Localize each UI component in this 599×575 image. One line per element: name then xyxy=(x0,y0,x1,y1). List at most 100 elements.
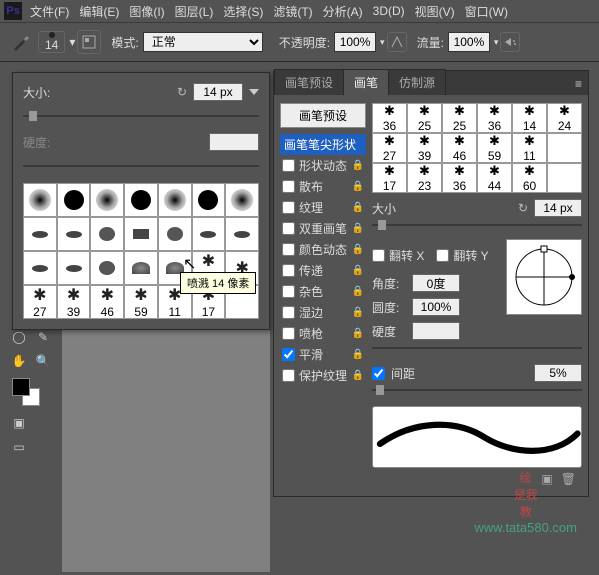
menu-filter[interactable]: 滤镜(T) xyxy=(273,3,312,20)
option-checkbox[interactable] xyxy=(282,243,295,256)
airbrush-toggle[interactable] xyxy=(500,32,520,52)
brush-preset-cell[interactable] xyxy=(124,217,158,251)
menu-3d[interactable]: 3D(D) xyxy=(373,4,405,18)
brush-tip-cell[interactable]: ✱23 xyxy=(407,163,442,193)
zoom-tool-icon[interactable]: 🔍 xyxy=(32,350,54,372)
brush-preset-cell[interactable] xyxy=(90,217,124,251)
brush-preset-cell[interactable] xyxy=(158,217,192,251)
brush-tip-cell[interactable]: ✱17 xyxy=(372,163,407,193)
brush-preset-cell[interactable] xyxy=(225,183,259,217)
tab-brush-presets[interactable]: 画笔预设 xyxy=(274,69,344,95)
brush-option-item[interactable]: 平滑🔒 xyxy=(280,344,366,365)
brush-picker-chevron-icon[interactable]: ▾ xyxy=(69,35,77,49)
brush-preset-picker[interactable]: 14 xyxy=(38,31,65,53)
panel-size-slider[interactable] xyxy=(372,219,582,231)
flow-input[interactable] xyxy=(448,32,490,52)
popup-menu-chevron-icon[interactable] xyxy=(249,89,259,95)
brush-preset-cell[interactable] xyxy=(158,183,192,217)
brush-preset-cell[interactable] xyxy=(124,251,158,285)
tab-brush[interactable]: 画笔 xyxy=(343,69,389,95)
spacing-checkbox[interactable] xyxy=(372,367,385,380)
option-checkbox[interactable] xyxy=(282,201,295,214)
flip-y-checkbox[interactable]: 翻转 Y xyxy=(436,247,488,264)
brush-tip-cell[interactable]: ✱39 xyxy=(407,133,442,163)
brush-preset-cell[interactable] xyxy=(57,183,91,217)
brush-option-item[interactable]: 保护纹理🔒 xyxy=(280,365,366,386)
brush-preset-cell[interactable]: ✱27 xyxy=(23,285,57,319)
brush-option-item[interactable]: 喷枪🔒 xyxy=(280,323,366,344)
menu-analysis[interactable]: 分析(A) xyxy=(323,3,363,20)
brush-tip-cell[interactable]: ✱27 xyxy=(372,133,407,163)
brush-presets-button[interactable]: 画笔预设 xyxy=(280,103,366,128)
brush-preset-cell[interactable] xyxy=(90,183,124,217)
reset-size-icon[interactable]: ↻ xyxy=(518,201,528,215)
tab-clone-source[interactable]: 仿制源 xyxy=(388,69,446,95)
color-swatches[interactable] xyxy=(8,378,54,408)
brush-preset-cell[interactable]: ✱59 xyxy=(124,285,158,319)
brush-option-item[interactable]: 形状动态🔒 xyxy=(280,155,366,176)
popup-size-slider[interactable] xyxy=(23,109,259,123)
brush-preset-cell[interactable] xyxy=(23,217,57,251)
menu-window[interactable]: 窗口(W) xyxy=(465,3,508,20)
screenmode-toggle[interactable]: ▭ xyxy=(8,436,30,458)
brush-tip-cell[interactable]: ✱25 xyxy=(407,103,442,133)
toggle-brush-panel-button[interactable] xyxy=(77,30,101,54)
brush-option-item[interactable]: 传递🔒 xyxy=(280,260,366,281)
brush-preset-cell[interactable] xyxy=(225,217,259,251)
spacing-input[interactable] xyxy=(534,364,582,382)
option-checkbox[interactable] xyxy=(282,159,295,172)
panel-menu-icon[interactable]: ≡ xyxy=(569,73,588,95)
option-checkbox[interactable] xyxy=(282,306,295,319)
foreground-color-swatch[interactable] xyxy=(12,378,30,396)
popup-size-input[interactable] xyxy=(193,83,243,101)
menu-select[interactable]: 选择(S) xyxy=(223,3,263,20)
brush-preset-cell[interactable] xyxy=(192,183,226,217)
brush-preset-cell[interactable]: ✱46 xyxy=(90,285,124,319)
document-canvas[interactable] xyxy=(62,314,270,572)
tablet-opacity-toggle[interactable] xyxy=(387,32,407,52)
brush-preset-cell[interactable] xyxy=(124,183,158,217)
brush-option-item[interactable]: 杂色🔒 xyxy=(280,281,366,302)
brush-option-item[interactable]: 湿边🔒 xyxy=(280,302,366,323)
brush-tip-cell[interactable]: ✱24 xyxy=(547,103,582,133)
brush-option-item[interactable]: 双重画笔🔒 xyxy=(280,218,366,239)
new-brush-icon[interactable]: ▣ xyxy=(541,472,552,486)
brush-tip-cell[interactable]: ✱11 xyxy=(512,133,547,163)
brush-tip-cell[interactable]: ✱44 xyxy=(477,163,512,193)
brush-preset-cell[interactable] xyxy=(57,251,91,285)
option-checkbox[interactable] xyxy=(282,180,295,193)
brush-tip-cell[interactable]: ✱36 xyxy=(477,103,512,133)
option-checkbox[interactable] xyxy=(282,264,295,277)
brush-tip-cell[interactable]: ✱25 xyxy=(442,103,477,133)
angle-input[interactable] xyxy=(412,274,460,292)
brush-tip-cell[interactable]: ✱59 xyxy=(477,133,512,163)
brush-tip-cell[interactable]: ✱46 xyxy=(442,133,477,163)
option-checkbox[interactable] xyxy=(282,327,295,340)
menu-view[interactable]: 视图(V) xyxy=(415,3,455,20)
brush-option-item[interactable]: 颜色动态🔒 xyxy=(280,239,366,260)
option-checkbox[interactable] xyxy=(282,285,295,298)
brush-tip-cell[interactable]: ✱14 xyxy=(512,103,547,133)
option-checkbox[interactable] xyxy=(282,222,295,235)
brush-preset-cell[interactable] xyxy=(57,217,91,251)
menu-file[interactable]: 文件(F) xyxy=(30,3,69,20)
brush-option-item[interactable]: 散布🔒 xyxy=(280,176,366,197)
brush-preset-cell[interactable] xyxy=(23,183,57,217)
brush-tip-cell[interactable]: ✱36 xyxy=(442,163,477,193)
menu-edit[interactable]: 编辑(E) xyxy=(79,3,119,20)
menu-layer[interactable]: 图层(L) xyxy=(175,3,214,20)
brush-preset-cell[interactable]: ✱39 xyxy=(57,285,91,319)
brush-preset-cell[interactable] xyxy=(192,217,226,251)
opacity-input[interactable] xyxy=(334,32,376,52)
option-checkbox[interactable] xyxy=(282,348,295,361)
spacing-slider[interactable] xyxy=(372,384,582,396)
brush-preset-cell[interactable] xyxy=(23,251,57,285)
blend-mode-select[interactable]: 正常 xyxy=(143,32,263,52)
brush-preset-cell[interactable] xyxy=(90,251,124,285)
brush-option-item[interactable]: 画笔笔尖形状 xyxy=(280,134,366,155)
trash-icon[interactable]: 🗑 xyxy=(561,472,576,486)
opacity-chevron-icon[interactable]: ▾ xyxy=(380,37,385,48)
hand-tool-icon[interactable]: ✋ xyxy=(8,350,30,372)
flow-chevron-icon[interactable]: ▾ xyxy=(494,37,499,48)
angle-control[interactable] xyxy=(506,239,582,315)
